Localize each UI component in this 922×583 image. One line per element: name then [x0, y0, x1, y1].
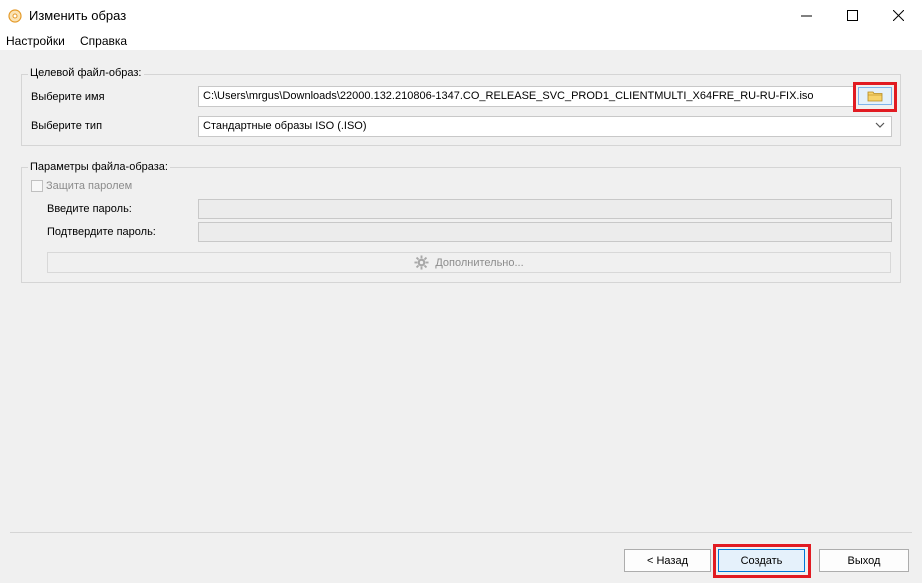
disc-icon — [8, 9, 22, 23]
params-group-title: Параметры файла-образа: — [28, 161, 170, 173]
gear-icon — [414, 255, 429, 270]
type-label: Выберите тип — [31, 120, 103, 132]
window-title: Изменить образ — [29, 8, 127, 23]
password-protect-label: Защита паролем — [46, 180, 133, 192]
password-label: Введите пароль: — [47, 203, 132, 215]
confirm-password-label: Подтвердите пароль: — [47, 226, 156, 238]
browse-highlight — [853, 82, 897, 112]
title-bar: Изменить образ — [0, 0, 922, 31]
close-button[interactable] — [875, 0, 921, 31]
minimize-button[interactable] — [783, 0, 829, 31]
target-group-title: Целевой файл-образ: — [28, 67, 144, 79]
menu-bar: Настройки Справка — [0, 31, 922, 50]
maximize-icon — [846, 10, 858, 21]
advanced-button[interactable]: Дополнительно... — [47, 252, 891, 273]
name-label: Выберите имя — [31, 91, 105, 103]
exit-button[interactable]: Выход — [819, 549, 909, 572]
maximize-button[interactable] — [829, 0, 875, 31]
advanced-label: Дополнительно... — [435, 256, 524, 269]
menu-settings[interactable]: Настройки — [6, 34, 65, 48]
password-protect-checkbox[interactable] — [31, 180, 43, 192]
file-path-input[interactable]: C:\Users\mrgus\Downloads\22000.132.21080… — [198, 86, 854, 107]
create-highlight — [713, 544, 811, 578]
image-type-value: Стандартные образы ISO (.ISO) — [203, 120, 367, 132]
minimize-icon — [800, 15, 812, 17]
chevron-down-icon — [875, 122, 885, 128]
footer-divider — [10, 532, 912, 533]
menu-help[interactable]: Справка — [80, 34, 127, 48]
password-input[interactable] — [198, 199, 892, 219]
back-button[interactable]: < Назад — [624, 549, 711, 572]
image-type-select[interactable]: Стандартные образы ISO (.ISO) — [198, 116, 892, 137]
close-icon — [892, 10, 904, 21]
confirm-password-input[interactable] — [198, 222, 892, 242]
